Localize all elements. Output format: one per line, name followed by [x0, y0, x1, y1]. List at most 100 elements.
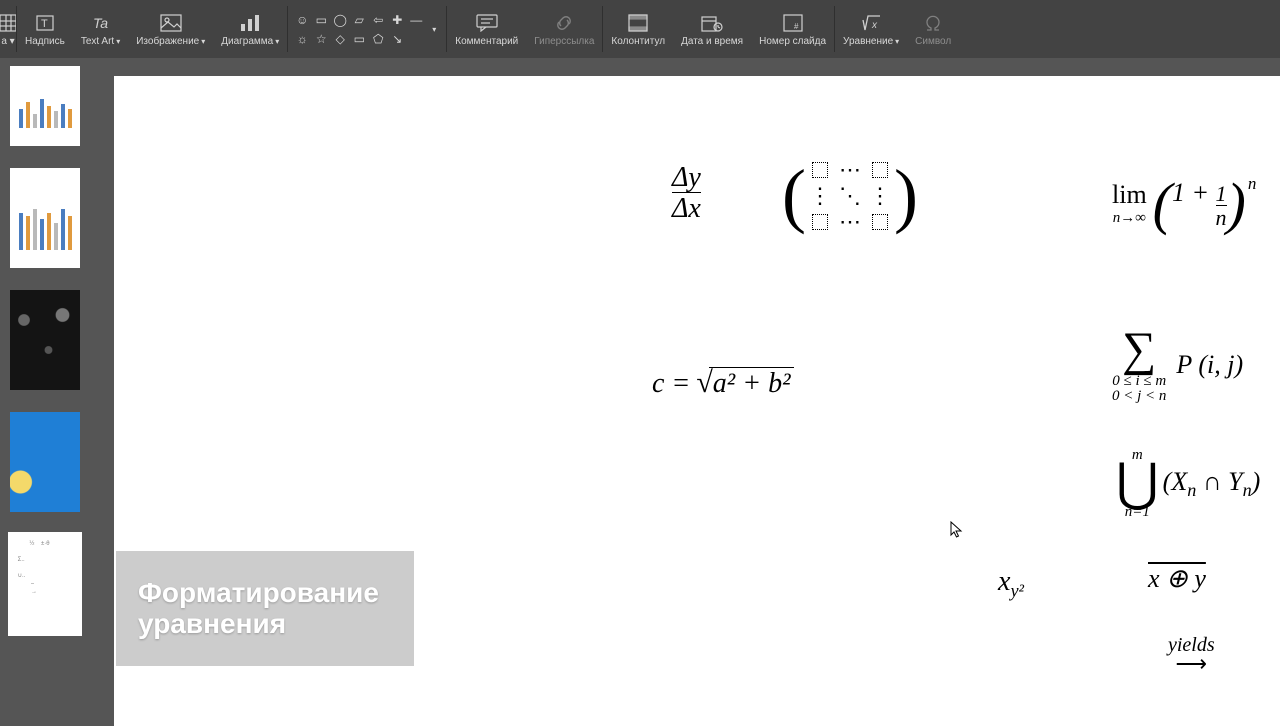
comment-label: Комментарий — [455, 36, 518, 47]
bigcup-icon: ⋃ — [1116, 463, 1159, 505]
image-button[interactable]: Изображение▾ — [128, 0, 213, 58]
sigma-sub2: 0 < j < n — [1112, 389, 1166, 404]
overbar-body: x ⊕ y — [1148, 564, 1206, 593]
matrix-placeholder — [872, 214, 888, 230]
equation-sigma[interactable]: ∑ 0 ≤ i ≤ m 0 < j < n P (i, j) — [1112, 326, 1243, 404]
hyperlink-label: Гиперссылка — [534, 36, 594, 47]
matrix-dots-h: ⋯ — [839, 157, 861, 183]
shape-ellipse-icon[interactable]: ◯ — [332, 12, 348, 28]
equation-icon: x — [860, 12, 882, 34]
slide-thumbnail-selected[interactable]: ½ ±·θ Σ.. ∪.. ⎯ → — [10, 534, 80, 634]
shape-sun-icon[interactable]: ☼ — [294, 31, 310, 47]
slide[interactable]: Δy Δx ( ⋯ ⋮ ⋱ ⋮ ⋯ ) lim n→∞ — [114, 76, 1280, 726]
matrix-dots-h: ⋯ — [839, 209, 861, 235]
shapes-gallery[interactable]: ☺ ▭ ◯ ▱ ⇦ ✚ — ☼ ☆ ◇ ▭ ⬠ ↘ ▾ — [288, 0, 446, 58]
textart-button[interactable]: Ta Text Art▾ — [73, 0, 128, 58]
toolbar-cutoff-left[interactable]: а ▾ — [0, 0, 16, 58]
slide-thumbnail[interactable] — [10, 66, 80, 146]
table-icon — [0, 12, 17, 34]
equation-pythagoras[interactable]: c = √ a² + b² — [652, 366, 794, 400]
textbox-label: Надпись — [25, 36, 65, 47]
image-icon — [160, 12, 182, 34]
header-footer-label: Колонтитул — [611, 36, 665, 47]
slide-thumbnail[interactable] — [10, 290, 80, 390]
sigma-sub1: 0 ≤ i ≤ m — [1112, 374, 1166, 389]
slide-canvas-area: Δy Δx ( ⋯ ⋮ ⋱ ⋮ ⋯ ) lim n→∞ — [90, 58, 1280, 720]
slide-number-label: Номер слайда — [759, 36, 826, 47]
matrix-dots-v: ⋮ — [809, 183, 831, 209]
shape-pentagon-icon[interactable]: ⬠ — [370, 31, 386, 47]
symbol-button: Символ — [907, 0, 959, 58]
equation-button[interactable]: x Уравнение▾ — [835, 0, 907, 58]
limit-frac-num: 1 — [1216, 183, 1227, 205]
matrix-placeholder — [812, 162, 828, 178]
slide-number-icon: # — [783, 12, 803, 34]
shape-line-icon[interactable]: — — [408, 12, 424, 28]
svg-text:T: T — [41, 18, 48, 30]
insert-toolbar: а ▾ T Надпись Ta Text Art▾ Изображение▾ … — [0, 0, 1280, 58]
symbol-label: Символ — [915, 36, 951, 47]
shape-callout-icon[interactable]: ▭ — [351, 31, 367, 47]
date-time-button[interactable]: Дата и время — [673, 0, 751, 58]
right-paren-icon: ) — [894, 167, 918, 225]
symbol-icon — [923, 12, 943, 34]
textart-icon: Ta — [91, 12, 111, 34]
equation-matrix[interactable]: ( ⋯ ⋮ ⋱ ⋮ ⋯ ) — [782, 158, 918, 234]
chart-button[interactable]: Диаграмма▾ — [213, 0, 287, 58]
textbox-icon: T — [35, 12, 55, 34]
header-footer-button[interactable]: Колонтитул — [603, 0, 673, 58]
toast-text: Форматирование уравнения — [138, 578, 392, 640]
equation-yields[interactable]: yields ⟶ — [1168, 634, 1215, 677]
textart-label: Text Art▾ — [81, 36, 120, 47]
svg-text:x: x — [871, 20, 878, 31]
left-paren-icon: ( — [782, 167, 806, 225]
shape-parallelogram-icon[interactable]: ▱ — [351, 12, 367, 28]
right-paren-icon: ) — [1227, 179, 1246, 228]
shape-rect-icon[interactable]: ▭ — [313, 12, 329, 28]
chart-icon — [240, 12, 260, 34]
pyth-lhs: c = — [652, 368, 690, 400]
slide-number-button[interactable]: # Номер слайда — [751, 0, 834, 58]
shape-arrow-left-icon[interactable]: ⇦ — [370, 12, 386, 28]
toolbar-cutoff-label: а ▾ — [1, 36, 14, 47]
chart-label: Диаграмма▾ — [221, 36, 279, 47]
image-label: Изображение▾ — [136, 36, 205, 47]
limit-body-one: 1 + — [1172, 178, 1216, 207]
union-sub: n=1 — [1125, 505, 1150, 520]
shape-smiley-icon[interactable]: ☺ — [294, 12, 310, 28]
shapes-grid: ☺ ▭ ◯ ▱ ⇦ ✚ — ☼ ☆ ◇ ▭ ⬠ ↘ — [294, 12, 424, 47]
shape-plus-icon[interactable]: ✚ — [389, 12, 405, 28]
shape-diamond-icon[interactable]: ◇ — [332, 31, 348, 47]
shapes-more-button[interactable]: ▾ — [428, 25, 440, 34]
equation-overbar[interactable]: x ⊕ y — [1148, 564, 1206, 594]
shape-empty — [408, 31, 424, 47]
textbox-button[interactable]: T Надпись — [17, 0, 73, 58]
sigma-body: P (i, j) — [1176, 350, 1243, 380]
comment-button[interactable]: Комментарий — [447, 0, 526, 58]
svg-text:#: # — [794, 22, 799, 31]
limit-text: lim — [1112, 180, 1147, 210]
equation-subscript[interactable]: xy² — [998, 566, 1024, 602]
date-time-label: Дата и время — [681, 36, 743, 47]
svg-text:Ta: Ta — [93, 15, 108, 31]
arrow-right-icon: ⟶ — [1176, 651, 1208, 677]
matrix-dots-d: ⋱ — [839, 183, 861, 209]
matrix-placeholder — [812, 214, 828, 230]
shape-star-icon[interactable]: ☆ — [313, 31, 329, 47]
shape-connector-icon[interactable]: ↘ — [389, 31, 405, 47]
equation-limit[interactable]: lim n→∞ ( 1 + 1 n ) n — [1112, 178, 1256, 229]
fraction-denominator: Δx — [672, 192, 701, 223]
limit-exponent: n — [1248, 174, 1257, 194]
sqrt-body: a² + b² — [709, 367, 795, 400]
equation-fraction[interactable]: Δy Δx — [672, 164, 701, 223]
subscript-expr: y² — [1010, 581, 1024, 601]
matrix-grid: ⋯ ⋮ ⋱ ⋮ ⋯ — [806, 158, 894, 234]
slide-thumbnail[interactable] — [10, 168, 80, 268]
equation-union[interactable]: m ⋃ n=1 (Xn ∩ Yn) — [1116, 448, 1260, 520]
hyperlink-icon — [553, 12, 575, 34]
slide-thumbnail[interactable] — [10, 412, 80, 512]
slide-thumbnail-rail: ½ ±·θ Σ.. ∪.. ⎯ → — [0, 58, 90, 720]
hyperlink-button: Гиперссылка — [526, 0, 602, 58]
hint-toast: Форматирование уравнения — [116, 551, 414, 666]
left-paren-icon: ( — [1153, 179, 1172, 228]
